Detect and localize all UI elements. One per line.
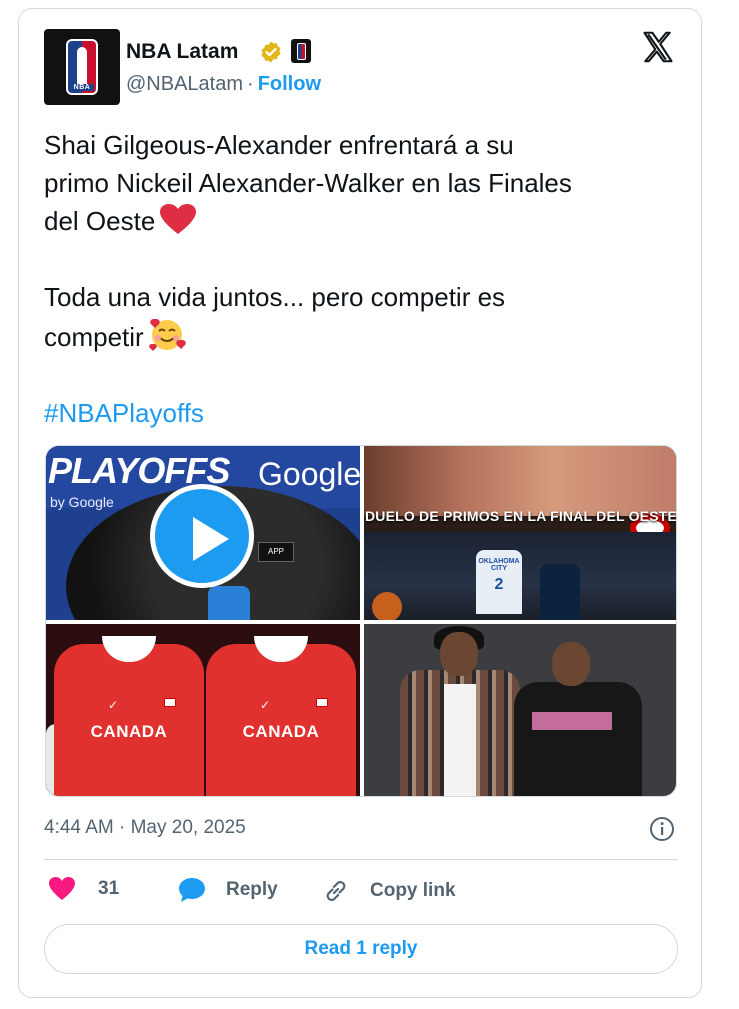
info-icon[interactable] <box>649 816 675 842</box>
media-image-tile[interactable]: ✓ CANADA ✓ CANADA <box>46 624 360 796</box>
media-image-tile[interactable] <box>364 624 676 796</box>
play-button[interactable] <box>150 484 254 588</box>
media-video-tile[interactable]: PLAYOFFS Google by Google APP <box>46 446 360 620</box>
okc-jersey: OKLAHOMA CITY 2 <box>476 550 522 614</box>
like-button[interactable]: 31 <box>48 877 119 901</box>
like-count: 31 <box>98 878 120 899</box>
author-name[interactable]: NBA Latam <box>126 40 238 64</box>
tweet-text: Shai Gilgeous-Alexander enfrentará a su … <box>44 126 684 432</box>
tweet-line-with-emoji: competir <box>44 316 684 356</box>
baby-photo <box>364 446 676 516</box>
player-head <box>440 632 478 676</box>
sponsor-small-text: by Google <box>50 494 114 510</box>
separator: · <box>247 73 254 95</box>
reply-label: Reply <box>226 879 278 900</box>
microphone: APP <box>258 542 294 562</box>
tweet-line: Toda una vida juntos... pero competir es <box>44 282 506 312</box>
nba-logo-icon: NBA <box>66 39 98 95</box>
tweet-line-with-emoji: del Oeste <box>44 202 684 240</box>
tweet-line: Shai Gilgeous-Alexander enfrentará a su <box>44 130 514 160</box>
opponent-player <box>540 564 580 620</box>
avatar[interactable]: NBA <box>44 29 120 105</box>
media-image-tile[interactable]: DUELO DE PRIMOS EN LA FINAL DEL OESTE OK… <box>364 446 677 620</box>
sponsor-text: Google <box>258 456 360 492</box>
copy-link-button[interactable]: Copy link <box>322 877 456 905</box>
canada-shirt: ✓ CANADA <box>206 636 356 796</box>
reply-button[interactable]: Reply <box>178 877 278 903</box>
author-handle[interactable]: @NBALatam <box>126 73 243 95</box>
copy-link-label: Copy link <box>370 880 456 901</box>
timestamp[interactable]: 4:44 AM · May 20, 2025 <box>44 817 246 839</box>
tweet-line: primo Nickeil Alexander-Walker en las Fi… <box>44 168 572 198</box>
water-bottle <box>208 586 250 620</box>
media-grid: PLAYOFFS Google by Google APP DUELO DE P… <box>45 445 677 797</box>
basketball <box>372 592 402 620</box>
divider <box>44 859 678 860</box>
smiling-face-with-hearts-emoji-icon <box>148 319 186 351</box>
play-icon <box>193 517 229 561</box>
verified-badge-icon <box>261 41 281 63</box>
player-black-hoodie <box>514 682 642 796</box>
red-heart-emoji-icon <box>160 204 197 234</box>
follow-button[interactable]: Follow <box>258 73 321 95</box>
x-logo-icon[interactable] <box>639 29 677 65</box>
heart-icon <box>49 877 75 900</box>
read-replies-button[interactable]: Read 1 reply <box>44 924 678 974</box>
player-head <box>552 642 590 686</box>
affiliation-badge-icon[interactable] <box>291 39 311 63</box>
link-icon <box>326 881 346 901</box>
player-plaid-shirt <box>400 670 520 796</box>
handle-row: @NBALatam · Follow <box>126 73 321 96</box>
tweet-card: NBA NBA Latam @NBALatam · Follow Shai Gilg… <box>18 8 702 998</box>
reply-bubble-icon <box>179 878 205 902</box>
hashtag-link[interactable]: #NBAPlayoffs <box>44 394 684 432</box>
canada-shirt: ✓ CANADA <box>54 636 204 796</box>
image-banner-text: DUELO DE PRIMOS EN LA FINAL DEL OESTE <box>364 508 677 524</box>
